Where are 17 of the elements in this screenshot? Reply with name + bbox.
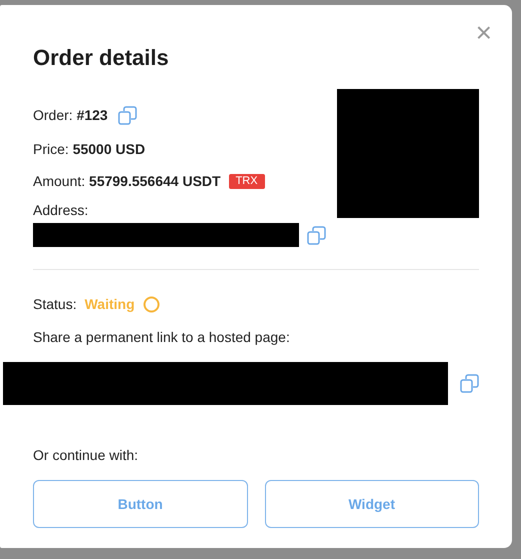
- spinner-icon: [142, 296, 160, 313]
- price-text: Price: 55000 USD: [33, 140, 146, 158]
- copy-icon[interactable]: [307, 226, 326, 244]
- status-value: Waiting: [84, 295, 135, 314]
- close-button[interactable]: ×: [476, 19, 492, 47]
- order-number: Order: #123: [33, 106, 108, 124]
- copy-icon[interactable]: [118, 106, 137, 124]
- status-label: Status:: [33, 295, 77, 314]
- copy-icon[interactable]: [460, 374, 479, 393]
- dialog-title: Order details: [33, 44, 170, 72]
- share-label: Share a permanent link to a hosted page:: [33, 328, 291, 347]
- option-button[interactable]: Widget: [264, 480, 479, 528]
- address-label: Address:: [33, 201, 90, 220]
- amount-text: Amount: 55799.556644 USDT: [33, 172, 221, 190]
- continue-label: Or continue with:: [33, 446, 140, 465]
- option-button[interactable]: Button: [33, 480, 248, 528]
- network-badge: TRX: [228, 174, 265, 188]
